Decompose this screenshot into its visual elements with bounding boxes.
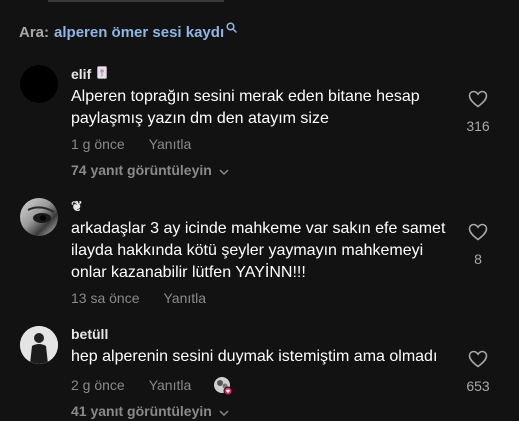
like-count: 316 bbox=[466, 118, 490, 134]
heart-icon[interactable] bbox=[468, 90, 488, 113]
comment-username[interactable]: betüll bbox=[71, 326, 108, 342]
view-replies-label[interactable]: 74 yanıt görüntüleyin bbox=[71, 162, 212, 178]
reply-button[interactable]: Yanıtla bbox=[164, 290, 207, 306]
comment-meta: 1 g önce Yanıtla bbox=[71, 136, 191, 152]
search-icon[interactable] bbox=[226, 20, 237, 37]
like-button[interactable]: 316 bbox=[458, 90, 498, 134]
comment-text: Alperen toprağın sesini merak eden bitan… bbox=[71, 88, 420, 127]
like-count: 653 bbox=[466, 378, 490, 394]
comments-panel: Ara: alperen ömer sesi kaydı elif Alpere… bbox=[0, 0, 519, 421]
comment-username[interactable]: elif bbox=[71, 66, 108, 82]
comment-text: arkadaşlar 3 ay icinde mahkeme var sakın… bbox=[71, 220, 446, 281]
search-suggestion[interactable]: Ara: alperen ömer sesi kaydı bbox=[19, 22, 237, 41]
search-prefix: Ara: bbox=[19, 24, 50, 41]
comment-time: 2 g önce bbox=[71, 377, 125, 393]
chevron-down-icon[interactable] bbox=[219, 162, 229, 178]
comment-meta: 2 g önce Yanıtla bbox=[71, 376, 233, 396]
flower-card-icon bbox=[97, 66, 108, 82]
like-count: 8 bbox=[474, 251, 482, 267]
comment-meta: 13 sa önce Yanıtla bbox=[71, 290, 206, 306]
avatar[interactable] bbox=[20, 65, 58, 103]
like-button[interactable]: 8 bbox=[458, 223, 498, 267]
comment-username[interactable]: ❦ bbox=[71, 198, 83, 215]
username-text[interactable]: elif bbox=[71, 66, 91, 82]
scroll-indicator bbox=[48, 0, 224, 2]
like-button[interactable]: 653 bbox=[458, 350, 498, 394]
username-text[interactable]: ❦ bbox=[71, 198, 83, 215]
view-replies-label[interactable]: 41 yanıt görüntüleyin bbox=[71, 403, 212, 419]
avatar[interactable] bbox=[20, 326, 58, 364]
reply-button[interactable]: Yanıtla bbox=[149, 377, 192, 393]
avatar[interactable] bbox=[20, 198, 58, 236]
chevron-down-icon[interactable] bbox=[219, 403, 229, 419]
heart-icon[interactable] bbox=[468, 350, 488, 373]
username-text[interactable]: betüll bbox=[71, 326, 108, 342]
reply-button[interactable]: Yanıtla bbox=[149, 136, 192, 152]
comment-time: 13 sa önce bbox=[71, 290, 140, 306]
view-replies-button[interactable]: 74 yanıt görüntüleyin bbox=[71, 162, 229, 178]
comment-text: hep alperenin sesini duymak istemiştim a… bbox=[71, 348, 438, 365]
view-replies-button[interactable]: 41 yanıt görüntüleyin bbox=[71, 403, 229, 419]
search-query-link[interactable]: alperen ömer sesi kaydı bbox=[54, 24, 224, 41]
heart-icon[interactable] bbox=[468, 223, 488, 246]
comment-time: 1 g önce bbox=[71, 136, 125, 152]
creator-liked-avatar-icon bbox=[213, 376, 233, 396]
